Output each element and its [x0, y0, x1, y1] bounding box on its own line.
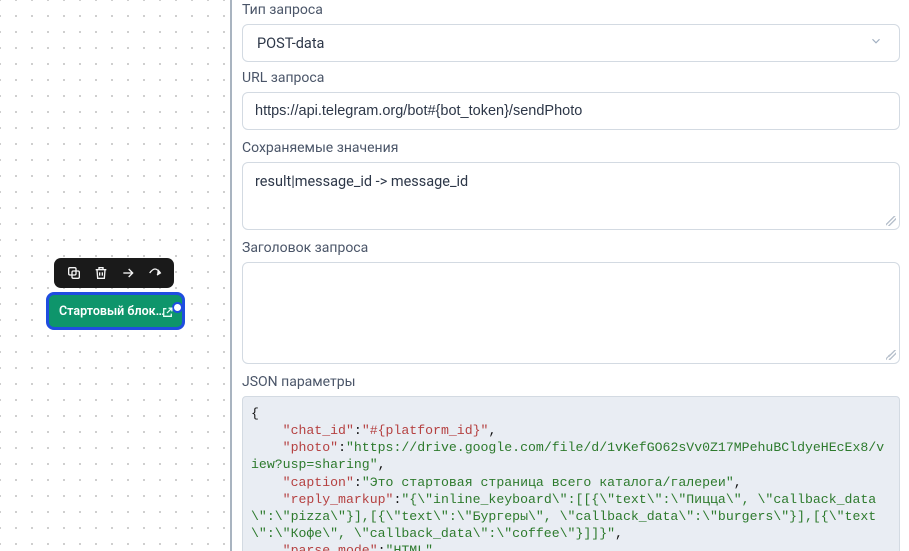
request-type-value: POST-data: [257, 35, 324, 52]
trash-icon[interactable]: [92, 264, 110, 282]
url-input[interactable]: [255, 103, 887, 119]
arrow-right-icon[interactable]: [119, 264, 137, 282]
request-header-wrap: [242, 262, 900, 364]
saved-values-textarea[interactable]: [243, 163, 899, 225]
node-toolbar: [54, 258, 174, 288]
start-catalog-node[interactable]: Стартовый блок Катал: [46, 292, 185, 330]
saved-values-wrap: [242, 162, 900, 230]
request-type-select[interactable]: POST-data: [242, 24, 900, 62]
external-link-icon[interactable]: [161, 306, 174, 323]
saved-values-label: Сохраняемые значения: [242, 140, 899, 156]
url-label: URL запроса: [242, 70, 899, 86]
copy-icon[interactable]: [65, 264, 83, 282]
json-params-editor[interactable]: { "chat_id":"#{platform_id}", "photo":"h…: [242, 396, 900, 551]
json-params-label: JSON параметры: [242, 374, 899, 390]
request-header-label: Заголовок запроса: [242, 240, 899, 256]
url-input-wrap: [242, 92, 900, 130]
request-type-label: Тип запроса: [242, 2, 899, 18]
chevron-down-icon: [869, 34, 883, 52]
request-header-textarea[interactable]: [243, 263, 899, 359]
node-label: Стартовый блок Катал: [59, 299, 167, 319]
share-icon[interactable]: [146, 264, 164, 282]
settings-panel: Тип запроса POST-data URL запроса Сохран…: [230, 0, 909, 551]
